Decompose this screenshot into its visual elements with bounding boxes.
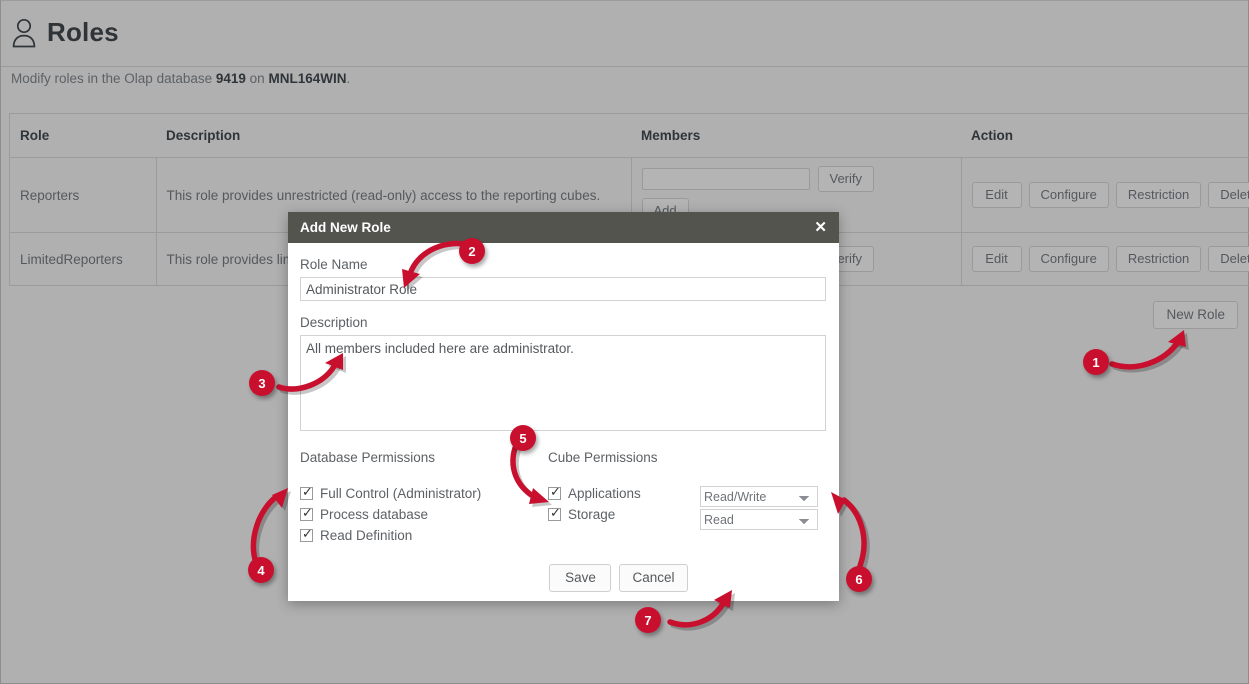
subtitle-server: MNL164WIN: [268, 71, 347, 86]
cancel-button[interactable]: Cancel: [619, 564, 688, 592]
subtitle-database: 9419: [215, 71, 246, 86]
modal-footer: Save Cancel: [300, 564, 827, 592]
db-permission-label: Process database: [320, 507, 429, 522]
checkbox-icon[interactable]: [548, 485, 562, 500]
checkbox-icon[interactable]: [300, 527, 314, 542]
restriction-button[interactable]: Restriction: [1115, 246, 1202, 272]
modal-header: Add New Role ✕: [288, 212, 839, 243]
annotation-badge-1: 1: [1083, 349, 1109, 375]
cube-permissions-selects: Read/Write Read: [700, 450, 824, 547]
annotation-arrow-1-shadow: [1112, 333, 1189, 373]
subtitle-prefix: Modify roles in the Olap database: [11, 71, 216, 86]
cube-permission-applications[interactable]: Applications: [548, 484, 700, 503]
action-button-group: Edit Configure Restriction Delete: [971, 182, 1249, 208]
edit-button[interactable]: Edit: [971, 246, 1022, 272]
edit-button[interactable]: Edit: [971, 182, 1022, 208]
db-permission-read-definition[interactable]: Read Definition: [300, 526, 548, 545]
verify-button[interactable]: Verify: [817, 166, 875, 192]
database-permissions-column: Database Permissions Full Control (Admin…: [300, 450, 548, 547]
database-permissions-heading: Database Permissions: [300, 450, 436, 465]
cell-role: Reporters: [9, 157, 157, 233]
delete-button[interactable]: Delete: [1208, 182, 1249, 208]
role-name-input[interactable]: [300, 277, 826, 301]
person-icon: [11, 15, 37, 49]
modal-body: Role Name Description All members includ…: [288, 243, 839, 592]
cell-action: Edit Configure Restriction Delete: [960, 232, 1249, 286]
annotation-badge-6: 6: [846, 566, 872, 592]
checkbox-icon[interactable]: [300, 485, 314, 500]
member-add-row: Verify: [641, 166, 951, 192]
annotation-badge-7: 7: [635, 607, 661, 633]
cube-permissions-column: Cube Permissions Applications Storage Re…: [548, 450, 826, 547]
configure-button[interactable]: Configure: [1028, 246, 1109, 272]
save-button[interactable]: Save: [549, 564, 612, 592]
cube-permission-storage[interactable]: Storage: [548, 505, 700, 524]
member-input[interactable]: [641, 168, 810, 190]
annotation-arrow-1: [1109, 330, 1186, 370]
new-role-wrapper: New Role: [1153, 301, 1238, 329]
roles-table-header: Role Description Members Action: [9, 113, 1249, 158]
db-permission-label: Read Definition: [320, 528, 413, 543]
subtitle-suffix: .: [346, 71, 351, 86]
page-title: Roles: [47, 17, 119, 47]
column-header-role: Role: [9, 113, 156, 158]
configure-button[interactable]: Configure: [1028, 182, 1109, 208]
page-title-row: Roles: [1, 1, 1248, 49]
table-header-row: Role Description Members Action: [9, 113, 1249, 158]
subtitle-mid: on: [245, 71, 269, 86]
description-label: Description: [300, 315, 368, 330]
cell-action: Edit Configure Restriction Delete: [960, 157, 1249, 233]
annotation-badge-5: 5: [510, 425, 536, 451]
checkbox-icon[interactable]: [300, 506, 314, 521]
checkbox-icon[interactable]: [548, 506, 562, 521]
db-permission-label: Full Control (Administrator): [320, 486, 482, 501]
column-header-action: Action: [961, 113, 1249, 158]
restriction-button[interactable]: Restriction: [1115, 182, 1202, 208]
column-header-members: Members: [631, 113, 961, 158]
cube-permission-label: Storage: [568, 507, 616, 522]
permissions-section: Database Permissions Full Control (Admin…: [300, 450, 827, 547]
new-role-button[interactable]: New Role: [1153, 301, 1238, 329]
role-name-label: Role Name: [300, 257, 368, 272]
action-button-group: Edit Configure Restriction Delete: [971, 246, 1249, 272]
column-header-description: Description: [156, 113, 631, 158]
annotation-badge-3: 3: [249, 370, 275, 396]
storage-access-select[interactable]: Read: [700, 509, 818, 530]
cell-role: LimitedReporters: [9, 232, 157, 286]
annotation-badge-4: 4: [248, 557, 274, 583]
db-permission-process-database[interactable]: Process database: [300, 505, 548, 524]
db-permission-full-control[interactable]: Full Control (Administrator): [300, 484, 548, 503]
modal-title: Add New Role: [300, 220, 391, 235]
delete-button[interactable]: Delete: [1208, 246, 1249, 272]
cube-permissions-heading: Cube Permissions: [548, 450, 658, 465]
close-icon[interactable]: ✕: [814, 220, 827, 235]
add-new-role-modal: Add New Role ✕ Role Name Description All…: [288, 212, 839, 601]
cube-permissions-checkboxes: Cube Permissions Applications Storage: [548, 450, 700, 547]
annotation-badge-2: 2: [459, 238, 485, 264]
description-textarea[interactable]: All members included here are administra…: [300, 335, 826, 431]
cube-permission-label: Applications: [568, 486, 641, 501]
applications-access-select[interactable]: Read/Write: [700, 486, 818, 507]
page-header: Roles: [1, 1, 1248, 67]
page-subtitle: Modify roles in the Olap database 9419 o…: [11, 71, 350, 86]
